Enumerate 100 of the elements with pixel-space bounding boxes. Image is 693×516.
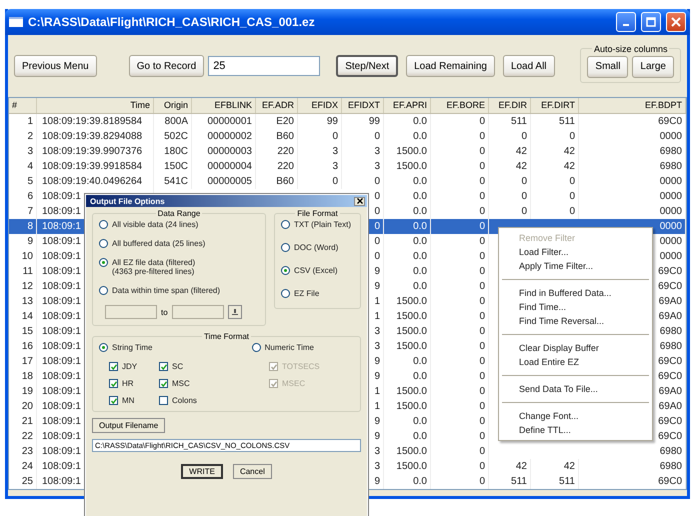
window-title: C:\RASS\Data\Flight\RICH_CAS\RICH_CAS_001.ez [28,15,316,29]
table-cell: 0.0 [384,369,431,384]
table-cell: 00000004 [192,159,256,174]
autosize-button[interactable]: Small [587,56,628,78]
toolbar-button[interactable]: Step/Next [336,55,398,77]
dialog-button[interactable]: WRITE [181,464,223,479]
table-cell: B60 [256,129,298,144]
row-number[interactable]: 2 [9,129,37,144]
table-cell: 0.0 [384,234,431,249]
toolbar-button[interactable]: Previous Menu [14,55,97,77]
checkbox-option[interactable]: SC [159,362,269,371]
row-number[interactable]: 13 [9,294,37,309]
row-number[interactable]: 12 [9,279,37,294]
column-header[interactable]: EF.APRI [384,98,431,113]
table-cell: 0.0 [384,429,431,444]
checkbox-option[interactable]: Colons [159,396,269,405]
table-cell: 1500.0 [384,459,431,474]
row-number[interactable]: 14 [9,309,37,324]
column-header[interactable]: EFIDX [298,98,342,113]
minimize-button[interactable] [616,12,636,32]
column-header[interactable]: EF.DIR [489,98,531,113]
maximize-icon [646,17,656,27]
range-separator: to [161,308,168,316]
table-cell: 0000 [579,129,686,144]
column-header[interactable]: EFIDXT [342,98,384,113]
column-header[interactable]: EFBLINK [192,98,256,113]
table-cell: 0 [431,114,489,129]
row-number[interactable]: 3 [9,144,37,159]
table-cell: 0000 [579,189,686,204]
row-number[interactable]: 10 [9,249,37,264]
checkbox-option[interactable]: MSC [159,379,269,388]
table-cell: 0 [531,129,579,144]
column-header[interactable]: EF.ADR [256,98,298,113]
radio-option[interactable]: Numeric Time [252,343,314,352]
table-cell: 1500.0 [384,294,431,309]
picker-icon [230,308,239,316]
column-header[interactable]: Time [37,98,154,113]
row-number[interactable]: 4 [9,159,37,174]
table-cell: 0 [431,219,489,234]
close-icon [671,17,681,27]
table-cell: 220 [256,144,298,159]
row-number[interactable]: 19 [9,384,37,399]
dialog-button[interactable]: Cancel [232,464,272,479]
toolbar-button[interactable]: Go to Record [128,55,204,77]
table-cell: 0 [342,174,384,189]
maximize-button[interactable] [641,12,661,32]
table-cell: 0.0 [384,354,431,369]
row-number[interactable]: 23 [9,444,37,459]
row-number[interactable]: 8 [9,219,37,234]
table-cell: 0 [431,174,489,189]
picker-button[interactable] [228,305,242,319]
row-number[interactable]: 20 [9,399,37,414]
toolbar-button[interactable]: Load Remaining [406,55,495,77]
table-cell: 1500.0 [384,444,431,459]
table-cell: 0 [431,249,489,264]
row-number[interactable]: 9 [9,234,37,249]
table-cell: 00000001 [192,114,256,129]
table-cell: 0.0 [384,249,431,264]
autosize-button[interactable]: Large [632,56,674,78]
column-header[interactable]: EF.BORE [431,98,489,113]
table-cell: 6980 [579,459,686,474]
table-cell: 0.0 [384,174,431,189]
radio-option[interactable]: String Time [99,343,152,352]
row-number[interactable]: 16 [9,339,37,354]
toolbar-button[interactable]: Load All [502,55,555,77]
row-number[interactable]: 11 [9,264,37,279]
table-cell: 0 [431,339,489,354]
table-cell: 108:09:19:39.9918584 [37,159,154,174]
row-number[interactable]: 5 [9,174,37,189]
row-number[interactable]: 18 [9,369,37,384]
table-cell: 0 [431,294,489,309]
table-cell: 502C [154,129,192,144]
column-header[interactable]: EF.DIRT [531,98,579,113]
table-cell: 0 [431,474,489,489]
column-header[interactable]: Origin [154,98,192,113]
column-header[interactable]: # [9,98,37,113]
row-number[interactable]: 6 [9,189,37,204]
row-number[interactable]: 15 [9,324,37,339]
close-button[interactable] [354,196,365,206]
table-cell: 0 [489,174,531,189]
row-number[interactable]: 24 [9,459,37,474]
table-cell: 108:09:19:40.0496264 [37,174,154,189]
table-cell: 150C [154,159,192,174]
row-number[interactable]: 17 [9,354,37,369]
column-header[interactable]: EF.BDPT [579,98,686,113]
table-cell: 180C [154,144,192,159]
table-cell: 1500.0 [384,324,431,339]
group-label: Data Range [156,209,202,218]
row-number[interactable]: 1 [9,114,37,129]
table-cell: 42 [531,459,579,474]
table-cell: 0 [489,189,531,204]
row-number[interactable]: 22 [9,429,37,444]
table-cell: 0 [431,264,489,279]
row-number[interactable]: 21 [9,414,37,429]
table-cell: 00000002 [192,129,256,144]
output-filename-button[interactable]: Output Filename [92,418,166,433]
table-cell: 511 [531,474,579,489]
row-number[interactable]: 25 [9,474,37,489]
record-field[interactable]: 25 [208,56,320,76]
table-cell: 0 [431,144,489,159]
